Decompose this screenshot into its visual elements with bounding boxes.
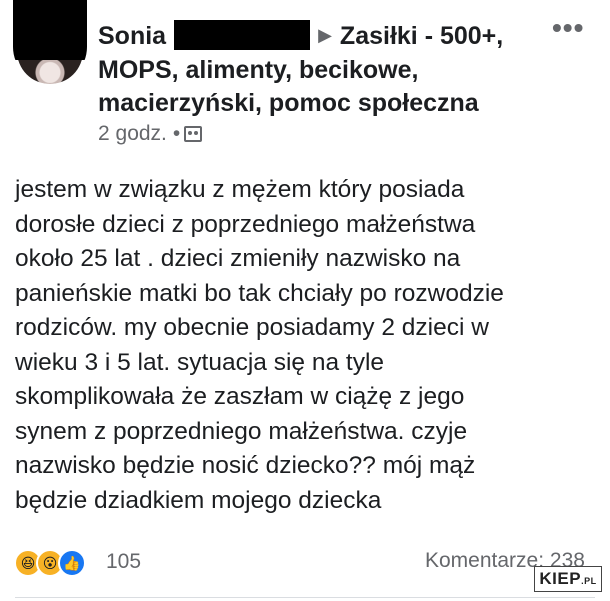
post-body-line: skomplikowała że zaszłam w ciążę z jego (15, 383, 465, 410)
like-reaction-icon: 👍 (58, 549, 86, 577)
facebook-post: Sonia ▶ Zasiłki - 500+, MOPS, alimenty, be… (0, 0, 610, 601)
group-name-part-3[interactable]: macierzyński, pomoc społeczna (98, 86, 479, 120)
post-body-line: będzie dziadkiem mojego dziecka (15, 486, 382, 514)
post-header-line-1: Sonia ▶ Zasiłki - 500+, (98, 18, 503, 53)
group-name-part-1[interactable]: Zasiłki - 500+, (340, 22, 503, 50)
author-avatar[interactable] (13, 0, 87, 84)
watermark-text: KIEP (539, 569, 582, 588)
post-body-line: jestem w związku z mężem który posiada (15, 176, 465, 203)
post-body-line: nazwisko będzie nosić dziecko?? mój mąż (15, 452, 476, 479)
post-body: jestem w związku z mężem który posiada d… (15, 173, 605, 518)
post-meta: 2 godz. • (98, 122, 203, 146)
watermark-suffix: .PL (581, 576, 597, 586)
post-body-line: synem z poprzedniego małżeństwa. czyje (15, 417, 468, 445)
shared-to-arrow-icon: ▶ (318, 25, 332, 45)
meta-separator: • (172, 122, 181, 145)
reaction-count[interactable]: 105 (106, 550, 141, 574)
divider (15, 597, 595, 598)
site-watermark-logo: KIEP.PL (534, 566, 602, 592)
post-body-line: panieńskie matki bo tak chciały po rozwo… (15, 279, 504, 307)
redaction-block (13, 0, 87, 60)
group-name-part-2[interactable]: MOPS, alimenty, becikowe, (98, 53, 418, 87)
more-options-icon[interactable]: ••• (552, 12, 584, 44)
author-surname-redacted (174, 20, 311, 50)
post-timestamp[interactable]: 2 godz. (98, 122, 167, 145)
group-audience-icon (184, 126, 203, 142)
post-body-line: rodziców. my obecnie posiadamy 2 dzieci … (15, 314, 489, 341)
post-body-line: około 25 lat . dzieci zmieniły nazwisko … (15, 245, 461, 272)
author-name[interactable]: Sonia (98, 22, 166, 50)
post-body-line: wieku 3 i 5 lat. sytuacja się na tyle (15, 348, 385, 376)
post-body-line: dorosłe dzieci z poprzedniego małżeństwa (15, 210, 476, 238)
